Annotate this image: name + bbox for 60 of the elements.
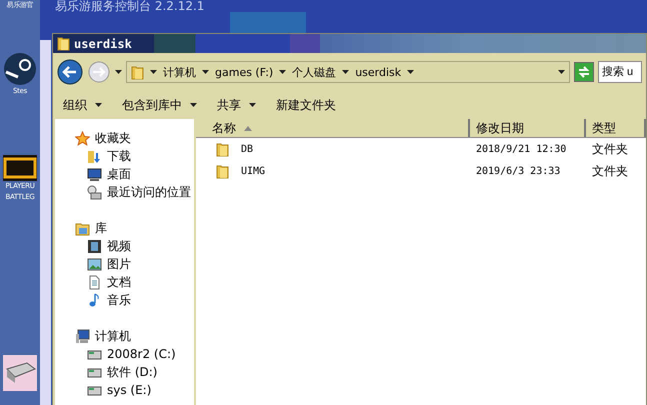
caret-icon [95,103,102,107]
nav-item[interactable]: 2008r2 (C:) [107,347,176,361]
breadcrumb-item[interactable]: games (F:) [215,66,274,78]
caret-icon [342,70,350,74]
modified-date: 2019/6/3 23:33 [475,166,562,176]
caret-icon [279,70,286,74]
window-title: userdisk [74,36,132,50]
document-icon [87,274,102,290]
caret-icon [202,70,209,74]
download-folder-icon [87,148,102,164]
breadcrumb-item[interactable]: userdisk [355,66,402,78]
computer-icon [75,328,90,344]
window-title: 易乐游服务控制台 2.2.12.1 [55,0,204,13]
caret-icon [249,103,256,107]
star-icon [75,130,90,146]
modified-date: 2018/9/21 12:30 [475,144,568,154]
nav-item[interactable]: sys (E:) [107,383,152,397]
nav-item[interactable]: 计算机 [95,328,131,344]
back-button[interactable] [57,59,83,85]
file-type: 文件夹 [591,162,629,180]
picture-icon [87,256,102,272]
nav-item[interactable]: 音乐 [107,292,131,308]
folder-icon [57,36,70,51]
nav-item[interactable]: 图片 [107,256,131,272]
sort-arrow-icon [244,126,252,130]
nav-item[interactable]: 库 [95,220,107,236]
monitor-icon [87,166,102,182]
library-folder-icon [75,220,90,236]
nav-item[interactable]: 视频 [107,238,131,254]
nav-item[interactable]: 最近访问的位置 [107,184,191,200]
nav-item[interactable]: 软件 (D:) [107,364,158,380]
caret-icon [190,103,197,107]
disk-drive-icon[interactable] [3,355,37,391]
nav-item[interactable]: 下载 [107,148,131,164]
toolbar-button[interactable]: 新建文件夹 [276,96,336,114]
column-header[interactable]: 类型 [586,119,646,137]
column-header[interactable]: 名称 [196,119,470,137]
refresh-button[interactable] [574,62,594,82]
folder-icon [216,164,229,178]
nav-item[interactable]: 桌面 [107,166,131,182]
folder-icon [131,64,144,80]
caret-icon [558,70,565,74]
nav-item[interactable]: 文档 [107,274,131,290]
toolbar-button[interactable]: 共享 [217,96,256,114]
search-field[interactable]: 搜索 u [598,61,642,83]
address-bar[interactable]: 计算机 games (F:) 个人磁盘 userdisk [126,61,570,83]
folder-icon [216,142,229,156]
file-name[interactable]: DB [235,144,254,154]
caret-icon [150,70,157,74]
caret-icon [115,70,122,74]
column-header[interactable]: 修改日期 [470,119,586,137]
breadcrumb-item[interactable]: 计算机 [163,64,196,80]
caret-icon [407,70,414,74]
toolbar-button[interactable]: 包含到库中 [122,96,197,114]
breadcrumb-item[interactable]: 个人磁盘 [292,64,336,80]
file-name[interactable]: UIMG [235,166,266,176]
nav-item[interactable]: 收藏夹 [95,130,131,146]
film-icon [87,238,102,254]
toolbar-button[interactable]: 组织 [63,96,102,114]
file-type: 文件夹 [591,140,629,158]
